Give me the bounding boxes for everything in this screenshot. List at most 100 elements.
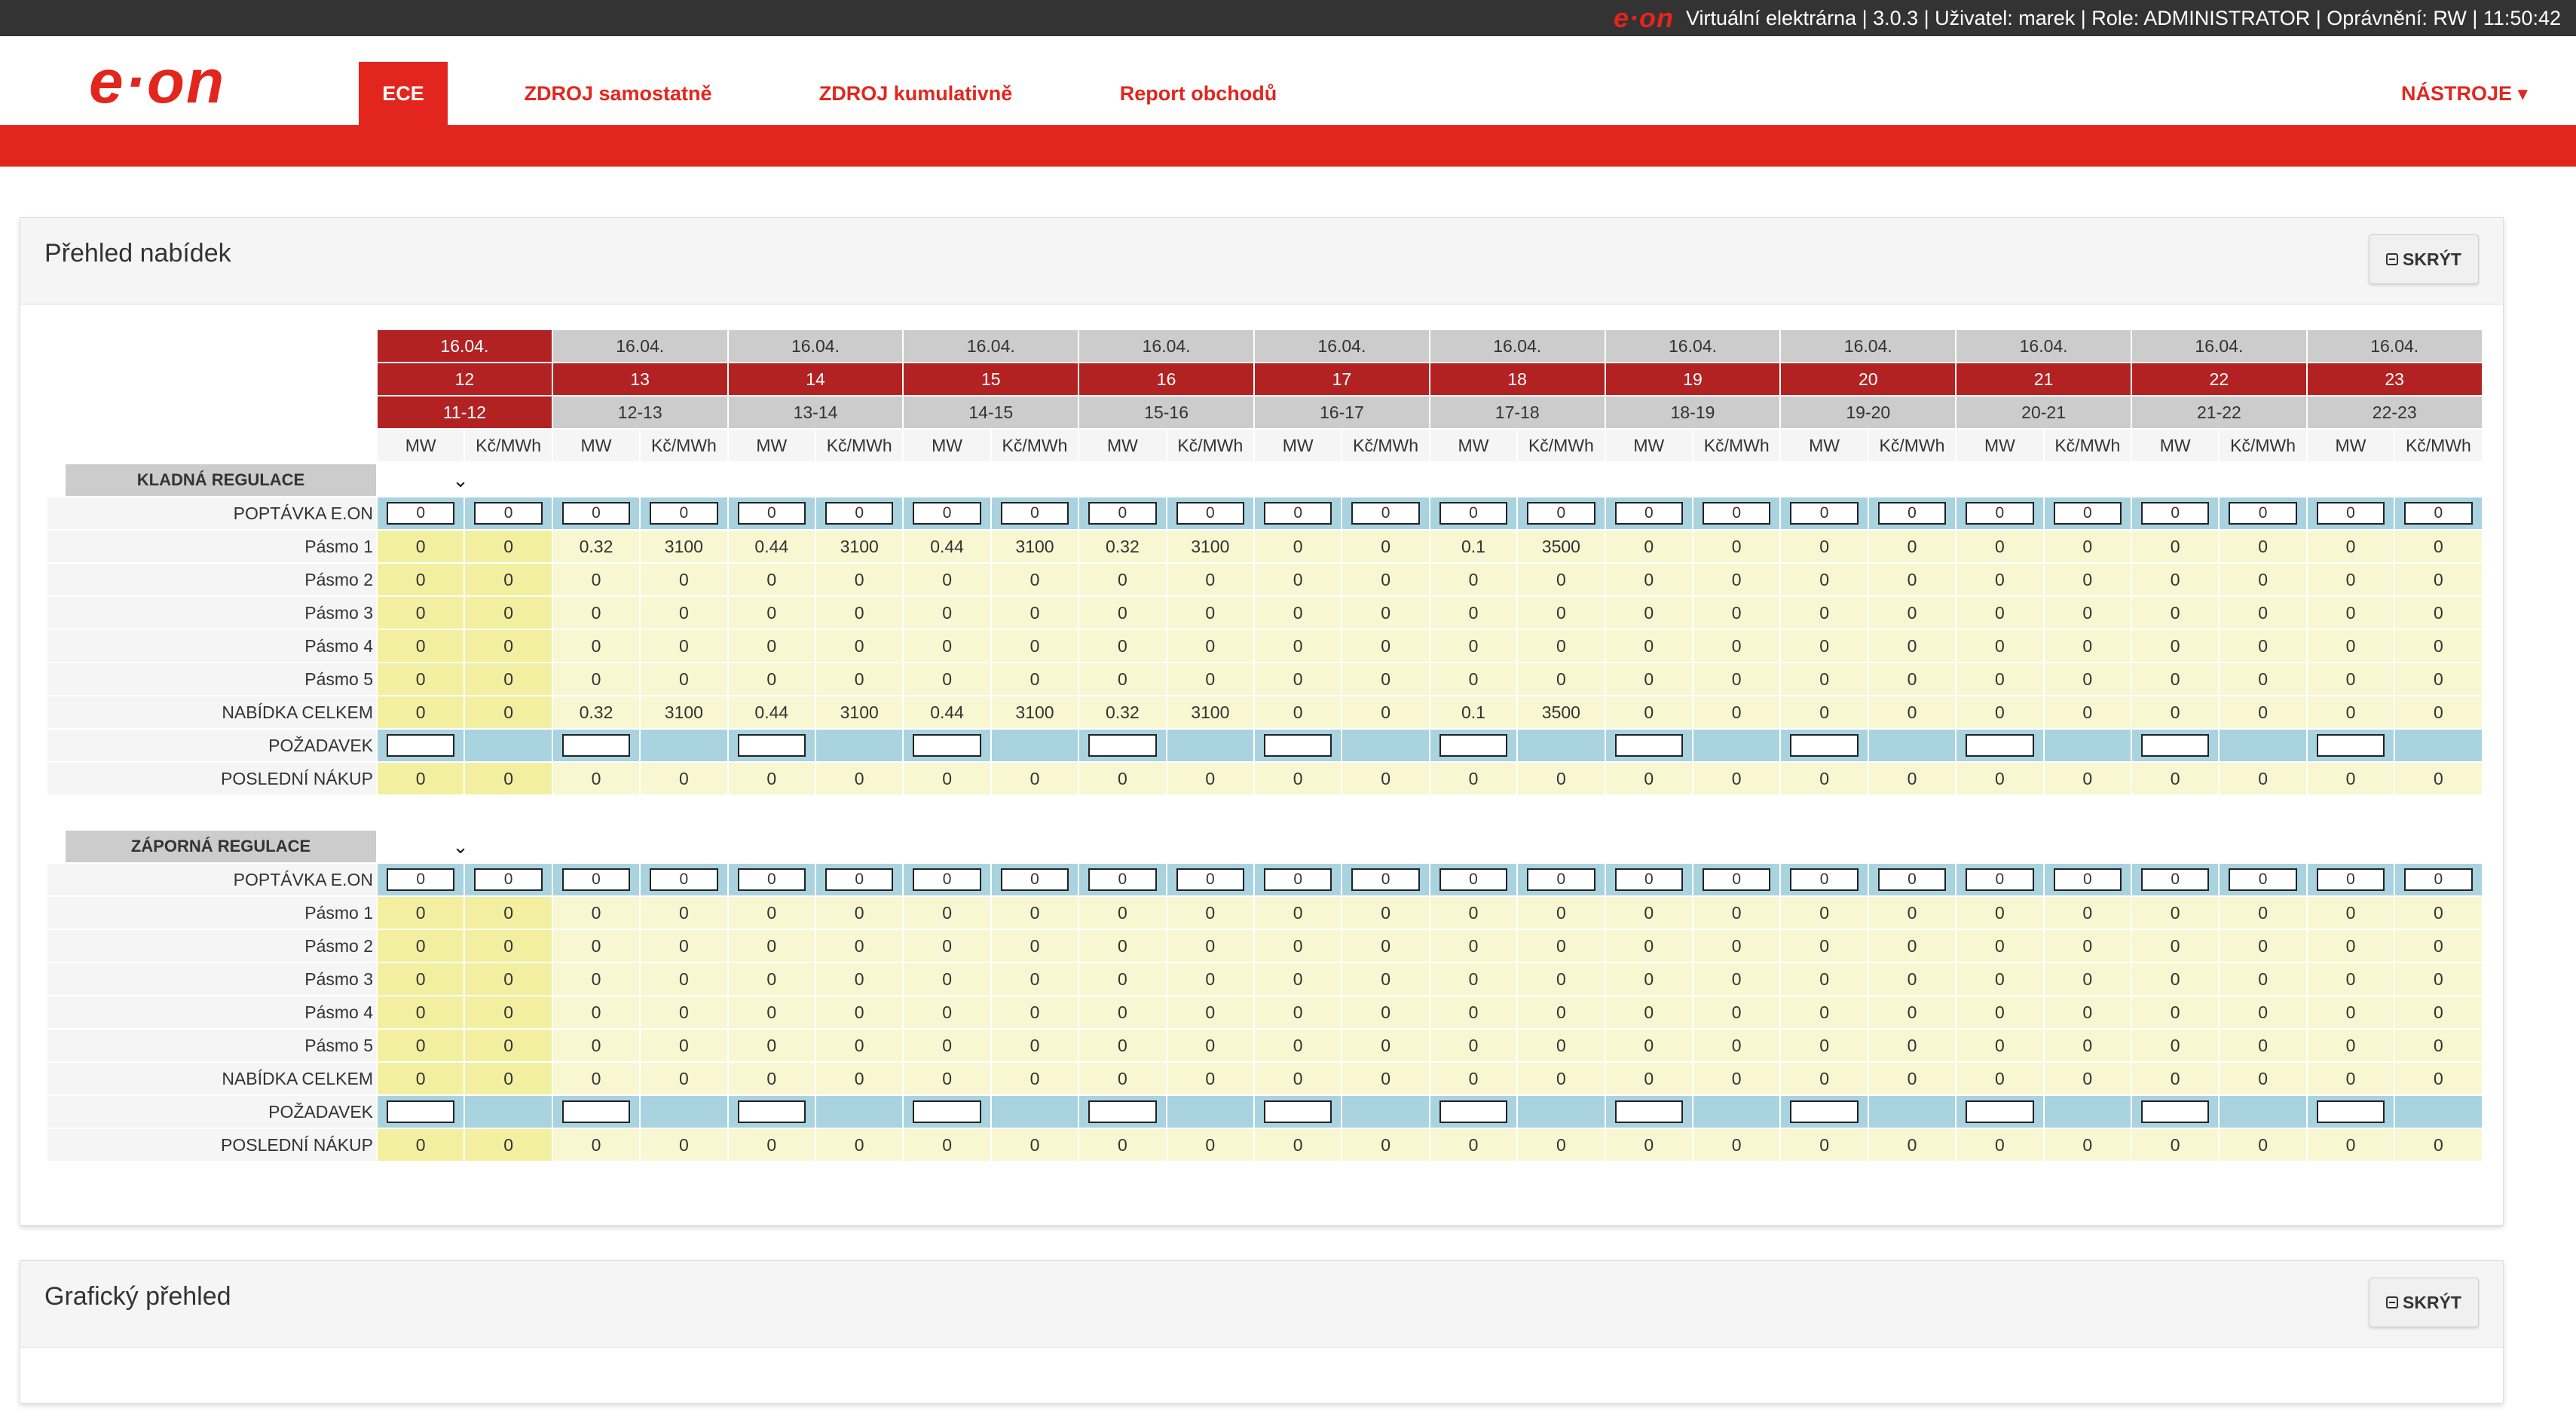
nav-tab-zdroj-samostatne[interactable]: ZDROJ samostatně (497, 62, 739, 125)
demand-input[interactable] (1264, 502, 1332, 525)
demand-input[interactable] (2229, 868, 2297, 891)
demand-input[interactable] (1088, 868, 1157, 891)
value-cell: 0 (2395, 597, 2482, 629)
last-purchase-cell: 0 (641, 763, 727, 794)
demand-input[interactable] (1439, 502, 1508, 525)
demand-input[interactable] (474, 502, 543, 525)
request-input[interactable] (1088, 1100, 1157, 1123)
request-input[interactable] (1790, 734, 1859, 757)
value-cell: 0 (1693, 1030, 1780, 1061)
request-input[interactable] (561, 1100, 631, 1123)
request-input[interactable] (1264, 1100, 1332, 1123)
demand-input[interactable] (2404, 502, 2473, 525)
demand-input[interactable] (387, 868, 455, 891)
demand-input[interactable] (1176, 502, 1244, 525)
demand-input[interactable] (2404, 868, 2473, 891)
demand-input[interactable] (1966, 868, 2034, 891)
demand-input[interactable] (1877, 502, 1947, 525)
demand-input[interactable] (825, 868, 894, 891)
request-input[interactable] (1439, 1100, 1508, 1123)
demand-input[interactable] (1439, 868, 1508, 891)
demand-input[interactable] (1527, 868, 1595, 891)
tools-menu[interactable]: NÁSTROJE ▾ (2382, 62, 2547, 125)
demand-input[interactable] (1351, 502, 1420, 525)
demand-input[interactable] (1614, 502, 1683, 525)
demand-input[interactable] (1877, 868, 1947, 891)
request-input[interactable] (1439, 734, 1508, 757)
demand-input[interactable] (1966, 502, 2034, 525)
request-input[interactable] (913, 734, 981, 757)
demand-input[interactable] (2141, 502, 2210, 525)
header-unit-mw: MW (1605, 430, 1692, 461)
demand-input[interactable] (1790, 502, 1859, 525)
request-input[interactable] (913, 1100, 981, 1123)
demand-input[interactable] (737, 868, 806, 891)
demand-input[interactable] (1703, 868, 1771, 891)
demand-input[interactable] (913, 868, 981, 891)
demand-input[interactable] (1264, 868, 1332, 891)
demand-input[interactable] (387, 502, 455, 525)
demand-input[interactable] (737, 502, 806, 525)
value-cell: 0 (904, 597, 990, 629)
request-input[interactable] (387, 734, 455, 757)
graph-hide-button[interactable]: SKRÝT (2369, 1278, 2479, 1327)
demand-input[interactable] (561, 868, 631, 891)
value-cell: 0 (2395, 897, 2482, 929)
value-cell: 0 (1430, 564, 1517, 595)
demand-input[interactable] (474, 868, 543, 891)
value-cell: 0 (641, 663, 727, 695)
request-input[interactable] (2141, 1100, 2210, 1123)
request-input[interactable] (2141, 734, 2210, 757)
demand-input[interactable] (1614, 868, 1683, 891)
demand-input[interactable] (1790, 868, 1859, 891)
demand-input[interactable] (913, 502, 981, 525)
demand-input[interactable] (650, 502, 718, 525)
value-cell: 3100 (816, 696, 903, 728)
request-input[interactable] (737, 734, 806, 757)
value-cell: 0 (1605, 963, 1692, 995)
demand-input[interactable] (1527, 502, 1595, 525)
demand-input[interactable] (1000, 868, 1069, 891)
request-input[interactable] (1790, 1100, 1859, 1123)
request-input[interactable] (561, 734, 631, 757)
request-input[interactable] (737, 1100, 806, 1123)
offers-hide-button[interactable]: SKRÝT (2369, 234, 2479, 284)
request-input[interactable] (387, 1100, 455, 1123)
chevron-down-icon[interactable]: ⌄ (438, 464, 483, 496)
demand-input[interactable] (1351, 868, 1420, 891)
demand-input[interactable] (1176, 868, 1244, 891)
demand-input[interactable] (650, 868, 718, 891)
request-input[interactable] (1264, 734, 1332, 757)
request-input[interactable] (1614, 734, 1683, 757)
demand-input[interactable] (2316, 502, 2385, 525)
value-cell: 0 (816, 1030, 903, 1061)
nav-tab-ece[interactable]: ECE (359, 62, 448, 125)
value-cell: 0 (728, 897, 815, 929)
request-cell (816, 1096, 903, 1128)
demand-input[interactable] (561, 502, 631, 525)
eon-logo[interactable]: e·on (89, 51, 225, 113)
header-hour-range: 18-19 (1605, 396, 1780, 428)
demand-input[interactable] (1000, 502, 1069, 525)
header-hour-range: 14-15 (904, 396, 1078, 428)
demand-input[interactable] (2053, 868, 2122, 891)
chevron-down-icon[interactable]: ⌄ (438, 831, 483, 862)
demand-input[interactable] (825, 502, 894, 525)
demand-input[interactable] (1088, 502, 1157, 525)
request-input[interactable] (2316, 734, 2385, 757)
demand-input[interactable] (1703, 502, 1771, 525)
demand-input[interactable] (2141, 868, 2210, 891)
demand-input[interactable] (2316, 868, 2385, 891)
request-input[interactable] (1088, 734, 1157, 757)
value-cell: 0 (1342, 1063, 1429, 1094)
nav-tab-report-obchodu[interactable]: Report obchodů (1093, 62, 1304, 125)
request-input[interactable] (2316, 1100, 2385, 1123)
request-input[interactable] (1614, 1100, 1683, 1123)
request-input[interactable] (1966, 734, 2034, 757)
demand-input[interactable] (2053, 502, 2122, 525)
nav-tab-zdroj-kumulativne[interactable]: ZDROJ kumulativně (799, 62, 1033, 125)
demand-input[interactable] (2229, 502, 2297, 525)
value-cell: 0 (1781, 996, 1868, 1028)
value-cell: 0 (1430, 963, 1517, 995)
request-input[interactable] (1966, 1100, 2034, 1123)
